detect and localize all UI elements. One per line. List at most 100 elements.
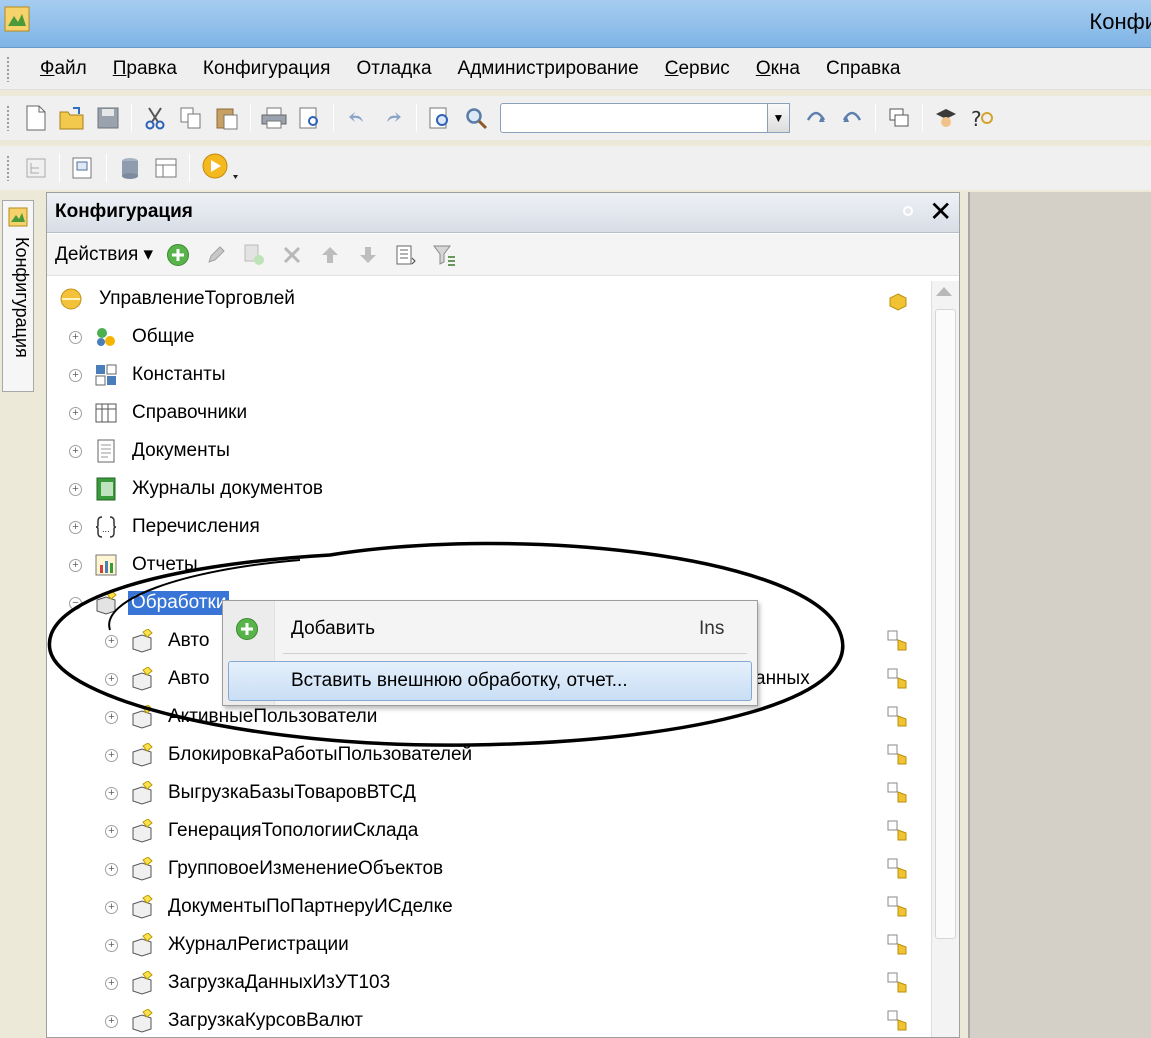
save-button[interactable] bbox=[94, 104, 122, 132]
menu-service[interactable]: Сервис bbox=[652, 58, 743, 80]
expand-icon[interactable]: + bbox=[105, 900, 118, 914]
filter-button[interactable] bbox=[431, 242, 457, 268]
edit-button[interactable] bbox=[203, 242, 229, 268]
expand-icon[interactable]: + bbox=[105, 710, 118, 724]
expand-icon[interactable]: + bbox=[105, 938, 118, 952]
lock-cube-icon bbox=[887, 630, 907, 651]
run-debug-button[interactable] bbox=[199, 153, 243, 182]
copy-item-button[interactable] bbox=[241, 242, 267, 268]
menu-grip[interactable] bbox=[6, 55, 10, 82]
tree-item-processor[interactable]: + Авто bbox=[105, 661, 209, 697]
lock-cube-icon bbox=[887, 668, 907, 689]
add-button[interactable] bbox=[165, 242, 191, 268]
redo-button[interactable] bbox=[379, 104, 407, 132]
expand-icon[interactable]: + bbox=[69, 406, 82, 420]
close-icon[interactable]: ✕ bbox=[929, 195, 952, 228]
tree-item-documents[interactable]: + Документы bbox=[69, 433, 230, 469]
expand-icon[interactable]: + bbox=[105, 634, 118, 648]
tree-item-processor[interactable]: + ГрупповоеИзменениеОбъектов bbox=[105, 851, 443, 887]
tree-item-processor[interactable]: + ДокументыПоПартнеруИСделке bbox=[105, 889, 453, 925]
table-button[interactable] bbox=[152, 154, 180, 182]
tree-item-label: Перечисления bbox=[132, 516, 260, 537]
toolbar-grip[interactable] bbox=[6, 155, 10, 181]
tree-item-common[interactable]: + Общие bbox=[69, 319, 194, 355]
toolbar-grip[interactable] bbox=[6, 105, 10, 131]
tree-item-processor[interactable]: + БлокировкаРаботыПользователей bbox=[105, 737, 472, 773]
configuration-tree-button[interactable] bbox=[22, 154, 50, 182]
print-button[interactable] bbox=[260, 104, 288, 132]
tree-scrollbar[interactable] bbox=[931, 281, 959, 1037]
find-in-files-button[interactable] bbox=[426, 104, 454, 132]
menu-configuration[interactable]: Конфигурация bbox=[190, 58, 344, 80]
find-previous-button[interactable] bbox=[838, 104, 866, 132]
tree-item-enums[interactable]: + ... Перечисления bbox=[69, 509, 260, 545]
menu-windows[interactable]: Окна bbox=[743, 58, 813, 80]
menu-administration[interactable]: Администрирование bbox=[445, 58, 652, 80]
document-journals-icon bbox=[96, 477, 116, 501]
tree-root[interactable]: УправлениеТорговлей bbox=[59, 281, 295, 317]
open-button[interactable] bbox=[58, 104, 86, 132]
cut-button[interactable] bbox=[141, 104, 169, 132]
tree-item-constants[interactable]: + Константы bbox=[69, 357, 226, 393]
move-up-button[interactable] bbox=[317, 242, 343, 268]
compare-button[interactable] bbox=[69, 154, 97, 182]
play-icon bbox=[202, 153, 238, 179]
menu-bar: Файл Правка Конфигурация Отладка Админис… bbox=[0, 48, 1151, 90]
database-button[interactable] bbox=[116, 154, 144, 182]
find-next-button[interactable] bbox=[802, 104, 830, 132]
pin-icon[interactable] bbox=[903, 206, 913, 216]
help-wizard-button[interactable] bbox=[932, 104, 960, 132]
expand-icon[interactable]: + bbox=[105, 748, 118, 762]
undo-button[interactable] bbox=[343, 104, 371, 132]
scroll-up-icon[interactable] bbox=[936, 287, 952, 296]
tree-item-document-journals[interactable]: + Журналы документов bbox=[69, 471, 323, 507]
properties-button[interactable] bbox=[393, 242, 419, 268]
paste-button[interactable] bbox=[213, 104, 241, 132]
expand-icon[interactable]: + bbox=[105, 786, 118, 800]
expand-icon[interactable]: + bbox=[105, 976, 118, 990]
tree-item-label: ВыгрузкаБазыТоваровВТСД bbox=[168, 782, 416, 803]
expand-icon[interactable]: + bbox=[105, 1014, 118, 1028]
expand-icon[interactable]: + bbox=[69, 520, 82, 534]
new-document-button[interactable] bbox=[22, 104, 50, 132]
tree-item-processor[interactable]: + ЗагрузкаДанныхИзУТ103 bbox=[105, 965, 390, 1001]
expand-icon[interactable]: + bbox=[105, 824, 118, 838]
expand-icon[interactable]: + bbox=[69, 330, 82, 344]
menu-help[interactable]: Справка bbox=[813, 58, 914, 80]
print-preview-button[interactable] bbox=[296, 104, 324, 132]
tree-item-catalogs[interactable]: + Справочники bbox=[69, 395, 247, 431]
tree-item-processor[interactable]: + ВыгрузкаБазыТоваровВТСД bbox=[105, 775, 416, 811]
expand-icon[interactable]: + bbox=[69, 558, 82, 572]
menu-edit[interactable]: Правка bbox=[100, 58, 190, 80]
search-dropdown-button[interactable]: ▼ bbox=[768, 103, 790, 133]
table-icon bbox=[155, 158, 177, 178]
menu-debug[interactable]: Отладка bbox=[343, 58, 444, 80]
context-menu-insert-external-item[interactable]: Вставить внешнюю обработку, отчет... bbox=[228, 661, 752, 701]
collapse-icon[interactable]: − bbox=[69, 596, 82, 610]
move-down-button[interactable] bbox=[355, 242, 381, 268]
copy-button[interactable] bbox=[177, 104, 205, 132]
context-menu-add-item[interactable]: Добавить Ins bbox=[223, 605, 757, 651]
tree-item-processor[interactable]: + ЗагрузкаКурсовВалют bbox=[105, 1003, 363, 1037]
expand-icon[interactable]: + bbox=[69, 368, 82, 382]
tree-item-processor[interactable]: + ГенерацияТопологииСклада bbox=[105, 813, 418, 849]
sidebar-configuration-tab[interactable]: Конфигурация bbox=[2, 200, 34, 392]
actions-menu-button[interactable]: Действия ▾ bbox=[47, 243, 159, 266]
windows-button[interactable] bbox=[885, 104, 913, 132]
expand-icon[interactable]: + bbox=[105, 672, 118, 686]
tree-item-reports[interactable]: + Отчеты bbox=[69, 547, 198, 583]
tree-item-processor[interactable]: + Авто bbox=[105, 623, 209, 659]
scrollbar-thumb[interactable] bbox=[935, 309, 956, 939]
help-button[interactable]: ? bbox=[968, 104, 996, 132]
expand-icon[interactable]: + bbox=[69, 444, 82, 458]
undo-icon bbox=[349, 112, 363, 122]
tree-item-label: ЖурналРегистрации bbox=[168, 934, 349, 955]
delete-button[interactable] bbox=[279, 242, 305, 268]
expand-icon[interactable]: + bbox=[69, 482, 82, 496]
tree-item-processor[interactable]: + ЖурналРегистрации bbox=[105, 927, 349, 963]
menu-file[interactable]: Файл bbox=[30, 58, 100, 80]
expand-icon[interactable]: + bbox=[105, 862, 118, 876]
search-button[interactable] bbox=[462, 104, 490, 132]
search-input[interactable] bbox=[500, 103, 768, 133]
tree-item-data-processors[interactable]: − Обработки bbox=[69, 585, 230, 621]
